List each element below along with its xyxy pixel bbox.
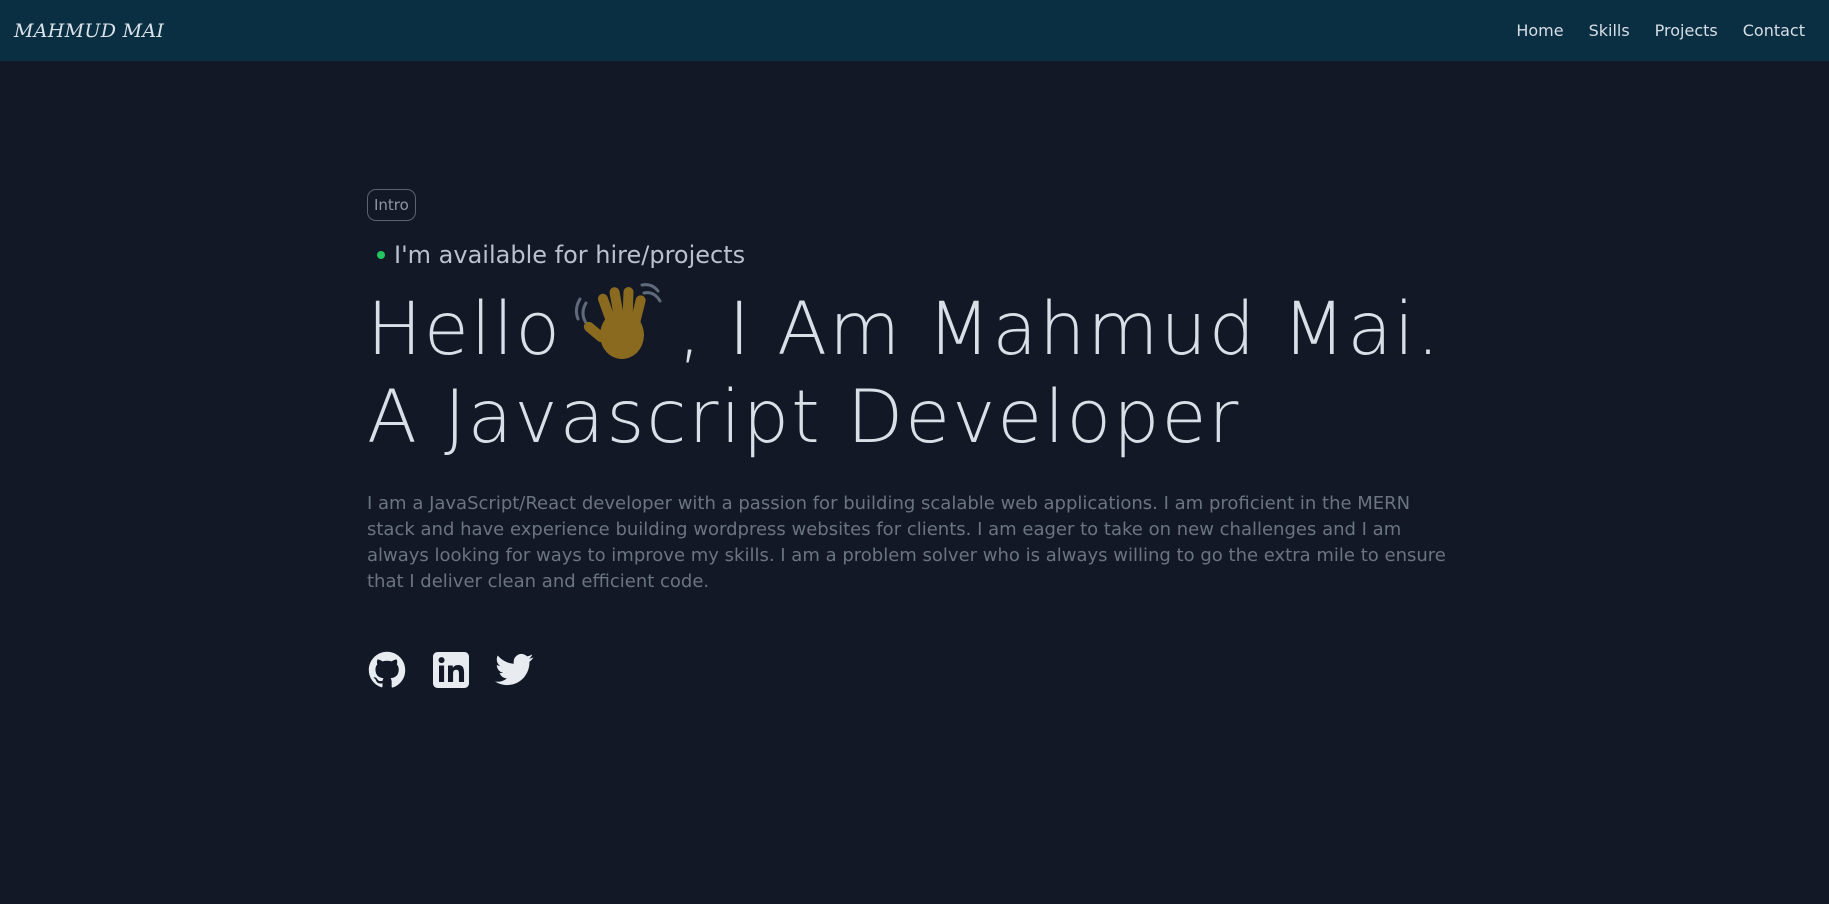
bio-paragraph: I am a JavaScript/React developer with a…	[367, 493, 1446, 592]
waving-hand-icon	[572, 279, 668, 379]
social-links	[367, 650, 1477, 689]
availability-text: I'm available for hire/projects	[394, 241, 746, 269]
github-icon	[368, 651, 405, 688]
status-dot	[377, 251, 385, 259]
nav-link-contact[interactable]: Contact	[1743, 21, 1805, 40]
availability-status: I'm available for hire/projects	[367, 241, 1477, 269]
twitter-link[interactable]	[495, 650, 534, 689]
navbar: MAHMUD MAI Home Skills Projects Contact	[0, 0, 1829, 61]
linkedin-icon	[432, 651, 469, 688]
linkedin-link[interactable]	[431, 650, 470, 689]
nav-link-skills[interactable]: Skills	[1589, 21, 1630, 40]
hero-section: Intro I'm available for hire/projects He…	[367, 189, 1477, 689]
site-logo[interactable]: MAHMUD MAI	[14, 20, 164, 42]
nav-link-home[interactable]: Home	[1516, 21, 1563, 40]
github-link[interactable]	[367, 650, 406, 689]
headline-greeting: Hello	[367, 287, 563, 372]
twitter-icon	[495, 653, 534, 685]
nav-link-projects[interactable]: Projects	[1655, 21, 1718, 40]
hero-headline: Hello , I Am Mahmud Mai. A Javascript De…	[367, 283, 1477, 456]
intro-badge: Intro	[367, 189, 416, 221]
nav-links: Home Skills Projects Contact	[1516, 21, 1805, 40]
